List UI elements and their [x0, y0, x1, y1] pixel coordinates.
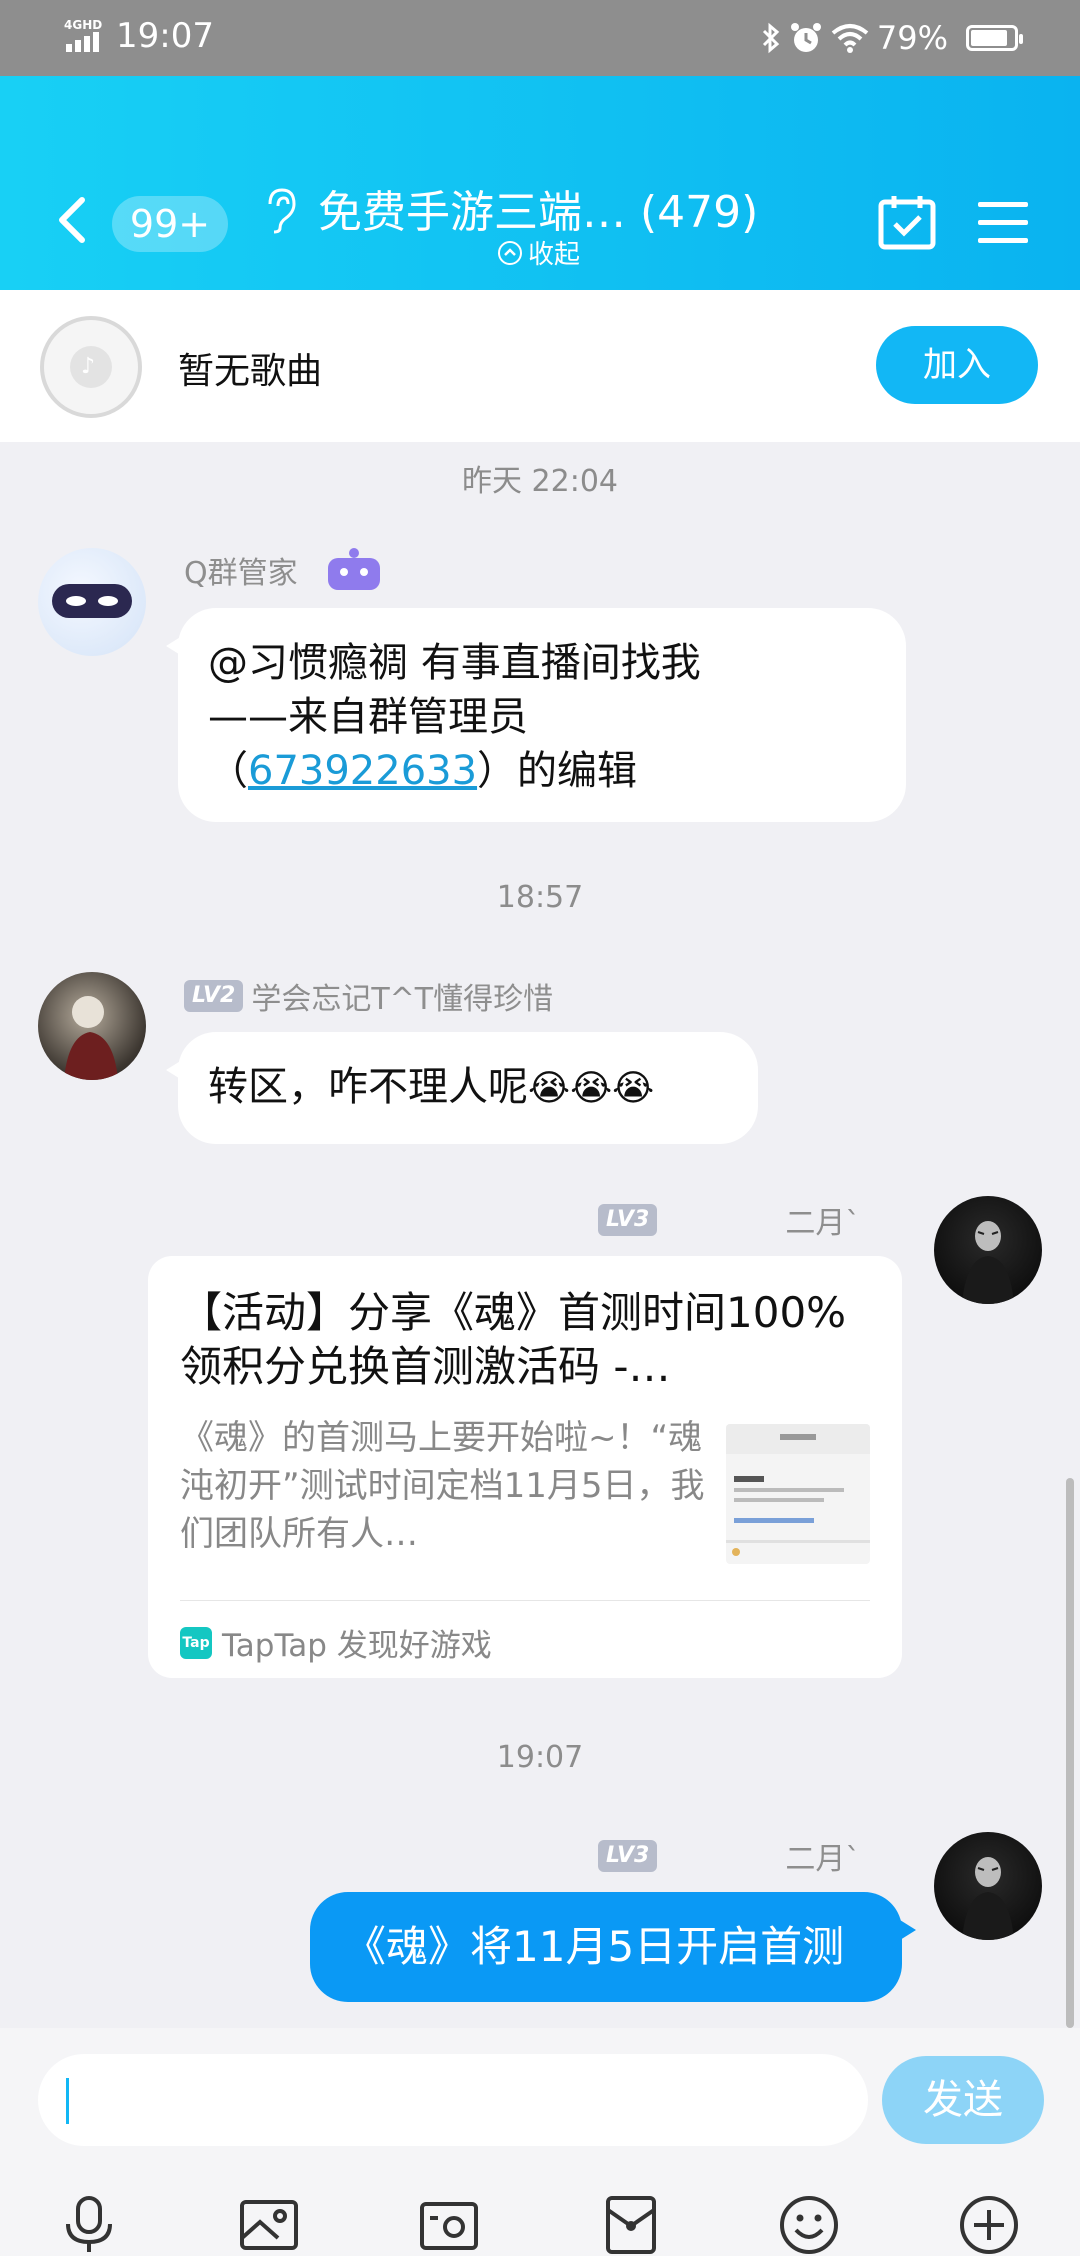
card-divider: [180, 1600, 870, 1601]
unread-count-badge[interactable]: 99+: [112, 196, 228, 252]
join-button[interactable]: 加入: [876, 326, 1038, 404]
avatar[interactable]: [38, 548, 146, 656]
level-badge: LV2: [184, 980, 244, 1012]
emoji-icon[interactable]: [778, 2194, 840, 2256]
card-source-label: TapTap 发现好游戏: [222, 1628, 492, 1664]
robot-avatar-icon: [52, 584, 132, 618]
card-description: 《魂》的首测马上要开始啦~！“魂沌初开”测试时间定档11月5日，我们团队所有人…: [180, 1418, 705, 1554]
back-arrow-icon[interactable]: [54, 196, 94, 244]
message-line: ——来自群管理员: [208, 694, 528, 740]
signal-icon: [66, 32, 99, 52]
user-avatar-icon: [64, 996, 118, 1080]
text-caret: [66, 2078, 69, 2124]
network-indicator: 4GHD: [62, 18, 108, 52]
avatar[interactable]: [934, 1196, 1042, 1304]
collapse-label: 收起: [528, 240, 581, 270]
red-packet-icon[interactable]: [600, 2194, 662, 2256]
taptap-logo-icon: Tap: [180, 1626, 212, 1659]
bluetooth-icon: [762, 22, 780, 54]
chevron-up-icon: [498, 240, 522, 265]
send-button[interactable]: 发送: [882, 2056, 1044, 2144]
message-text: （: [208, 748, 248, 794]
sender-name: LV3 二月`: [598, 1198, 860, 1242]
timestamp: 昨天 22:04: [462, 464, 618, 499]
bot-badge-icon: [327, 548, 380, 590]
alarm-icon: [790, 23, 821, 52]
camera-icon[interactable]: [418, 2194, 480, 2256]
ear-icon[interactable]: [262, 186, 298, 234]
user-avatar-icon: [962, 1221, 1014, 1304]
microphone-icon[interactable]: [58, 2194, 120, 2256]
shared-link-card[interactable]: 【活动】分享《魂》首测时间100%领积分兑换首测激活码 -… 《魂》的首测马上要…: [148, 1256, 902, 1678]
collapse-toggle[interactable]: 收起: [498, 234, 580, 271]
message-line: （673922633）的编辑: [208, 744, 876, 798]
network-type: 4GHD: [64, 18, 103, 32]
group-title[interactable]: 免费手游三端… (479): [318, 176, 758, 240]
level-badge: LV3: [598, 1204, 658, 1236]
clock: 19:07: [116, 16, 214, 56]
avatar[interactable]: [934, 1832, 1042, 1940]
sender-label: 二月`: [785, 1842, 861, 1877]
music-bar: ♪ 暂无歌曲 加入: [0, 290, 1080, 442]
battery-percent: 79%: [876, 19, 948, 57]
message-bubble[interactable]: @习惯瘾禂 有事直播间找我 ——来自群管理员 （673922633）的编辑: [166, 608, 906, 822]
calendar-check-icon[interactable]: [878, 194, 936, 250]
scrollbar[interactable]: [1066, 1478, 1074, 2028]
sender-label: 二月`: [785, 1206, 861, 1241]
timestamp: 18:57: [496, 880, 584, 915]
message-input[interactable]: [38, 2054, 868, 2146]
music-status: 暂无歌曲: [178, 351, 323, 392]
avatar[interactable]: [38, 972, 146, 1080]
timestamp: 19:07: [496, 1740, 584, 1775]
status-right: 79%: [761, 16, 1023, 60]
sender-name: Q群管家: [184, 548, 384, 592]
photo-icon[interactable]: [238, 2194, 300, 2256]
card-title: 【活动】分享《魂》首测时间100%领积分兑换首测激活码 -…: [180, 1288, 847, 1391]
crying-emoji-icon: 😭😭😭: [528, 1068, 655, 1109]
level-badge: LV3: [598, 1840, 658, 1872]
plus-icon[interactable]: [958, 2194, 1020, 2256]
menu-icon[interactable]: [978, 200, 1028, 244]
input-bar: 发送: [0, 2028, 1080, 2256]
user-avatar-icon: [962, 1857, 1014, 1940]
chat-header: 99+ 免费手游三端… (479) 收起: [0, 76, 1080, 290]
sender-label: Q群管家: [184, 556, 298, 591]
status-bar: 4GHD 19:07 79%: [0, 0, 1080, 76]
message-text: ）的编辑: [477, 748, 638, 794]
message-line: @习惯瘾禂 有事直播间找我: [208, 640, 701, 686]
card-source: Tap TapTap 发现好游戏: [180, 1620, 492, 1665]
message-text: 转区，咋不理人呢: [208, 1064, 528, 1110]
qq-number-link[interactable]: 673922633: [248, 748, 477, 794]
battery-icon: [966, 25, 1023, 51]
message-bubble[interactable]: 转区，咋不理人呢😭😭😭: [166, 1032, 758, 1144]
sender-label: 学会忘记T^T懂得珍惜: [251, 982, 554, 1017]
sender-name: LV3 二月`: [598, 1834, 860, 1878]
music-disc-icon[interactable]: ♪: [40, 316, 142, 418]
wifi-icon: [831, 24, 869, 53]
sender-name: LV2 学会忘记T^T懂得珍惜: [184, 974, 553, 1018]
my-message-bubble[interactable]: 《魂》将11月5日开启首测: [310, 1892, 916, 2002]
card-thumbnail: [726, 1424, 870, 1564]
